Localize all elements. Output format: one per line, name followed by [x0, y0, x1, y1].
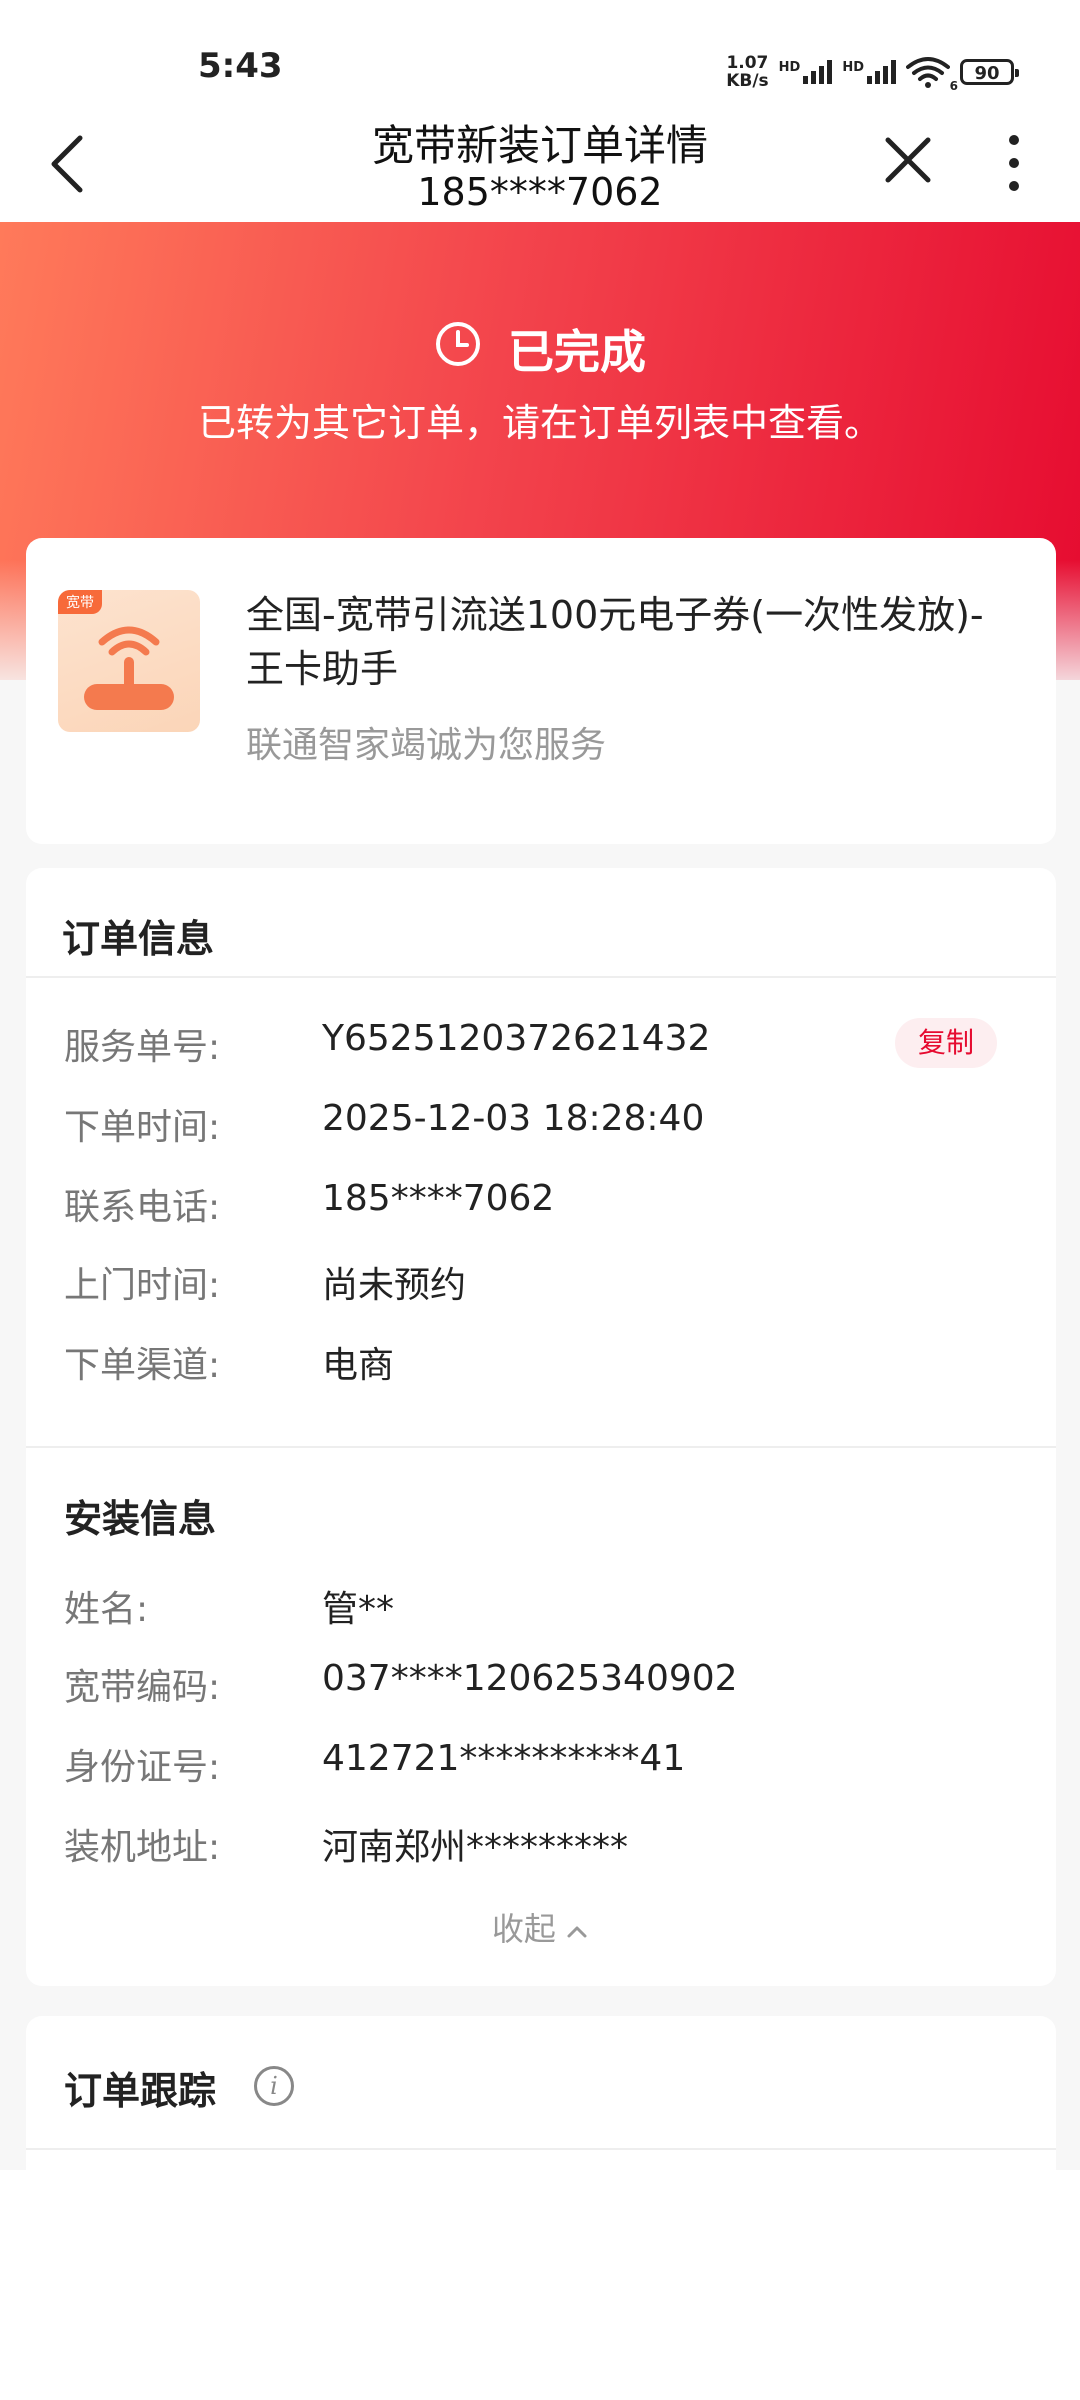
- product-subtitle: 联通智家竭诚为您服务: [246, 725, 607, 766]
- name-label: 姓名:: [64, 1589, 149, 1630]
- net-speed-unit: KB/s: [726, 71, 769, 91]
- broadband-code-value: 037****120625340902: [322, 1658, 738, 1699]
- copy-button[interactable]: 复制: [895, 1018, 997, 1068]
- phone-value: 185****7062: [322, 1178, 555, 1219]
- address-value: 河南郑州*********: [322, 1827, 629, 1868]
- order-time-label: 下单时间:: [64, 1107, 221, 1148]
- collapse-button[interactable]: 收起: [0, 1904, 1080, 1950]
- collapse-label: 收起: [491, 1910, 556, 1948]
- more-vertical-icon[interactable]: [996, 134, 1032, 192]
- close-icon[interactable]: [882, 134, 934, 186]
- name-value: 管**: [322, 1589, 395, 1630]
- order-status-text: 已完成: [508, 325, 646, 379]
- sim2-label: HD: [842, 60, 864, 75]
- divider: [26, 1446, 1056, 1448]
- battery-icon: 90: [960, 59, 1019, 85]
- order-info-title: 订单信息: [62, 917, 215, 961]
- signal-icon: HD: [779, 60, 833, 84]
- chevron-up-icon: [566, 1910, 588, 1948]
- visit-time-label: 上门时间:: [64, 1265, 221, 1306]
- net-speed: 1.07 KB/s: [726, 54, 768, 90]
- signal-icon: HD: [842, 60, 896, 84]
- product-title: 全国-宽带引流送100元电子券(一次性发放)-王卡助手: [246, 593, 984, 691]
- order-status: 已完成: [0, 316, 1080, 382]
- status-time: 5:43: [198, 46, 283, 86]
- visit-time-value: 尚未预约: [322, 1265, 467, 1306]
- divider: [26, 2148, 1056, 2150]
- phone-label: 联系电话:: [64, 1187, 221, 1228]
- wifi-icon: 6: [906, 55, 958, 93]
- id-number-value: 412721**********41: [322, 1738, 686, 1779]
- broadband-code-label: 宽带编码:: [64, 1667, 221, 1708]
- status-message: 已转为其它订单，请在订单列表中查看。: [197, 401, 882, 445]
- channel-value: 电商: [322, 1345, 395, 1386]
- sim1-label: HD: [778, 60, 801, 75]
- router-icon: 宽带: [58, 590, 200, 732]
- wifi-badge: 6: [949, 79, 958, 93]
- channel-label: 下单渠道:: [64, 1345, 221, 1386]
- install-info-title: 安装信息: [64, 1497, 217, 1541]
- id-number-label: 身份证号:: [64, 1747, 221, 1788]
- battery-level: 90: [974, 63, 1000, 84]
- service-no-value: Y6525120372621432: [322, 1018, 711, 1059]
- clock-icon: [434, 320, 482, 379]
- tracking-title: 订单跟踪: [64, 2069, 217, 2113]
- divider: [26, 976, 1056, 978]
- net-speed-value: 1.07: [726, 53, 769, 73]
- address-label: 装机地址:: [64, 1827, 221, 1868]
- order-time-value: 2025-12-03 18:28:40: [322, 1098, 705, 1139]
- service-no-label: 服务单号:: [64, 1027, 221, 1068]
- status-icons: 1.07 KB/s HD HD 6 90: [726, 52, 1019, 93]
- info-icon[interactable]: i: [254, 2066, 294, 2106]
